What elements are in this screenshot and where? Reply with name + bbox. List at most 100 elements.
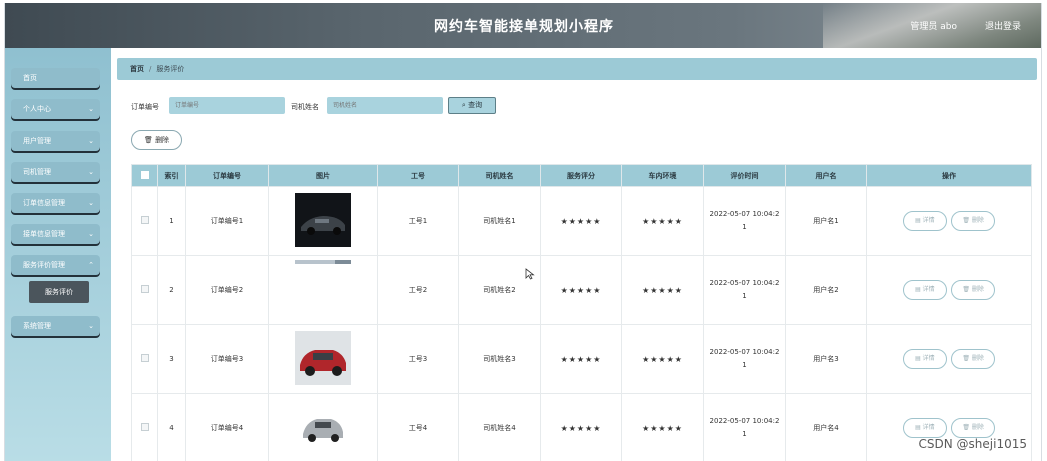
sidebar-subitem-reviews[interactable]: 服务评价: [29, 281, 89, 303]
cell-index: 4: [157, 393, 186, 461]
detail-icon: ▤: [915, 355, 923, 362]
cell-driver-name: 司机姓名1: [458, 186, 541, 256]
sidebar-item-label: 订单信息管理: [23, 199, 65, 207]
car-image-black-sedan: [295, 193, 351, 247]
cell-service-rating: ★★★★★: [540, 393, 622, 461]
row-delete-label: 删除: [971, 355, 984, 362]
detail-button-label: 详情: [922, 424, 935, 431]
cell-job-number: 工号2: [377, 255, 459, 325]
detail-button-label: 详情: [922, 286, 935, 293]
sidebar-item-label: 系统管理: [23, 322, 51, 330]
table-row: 2 订单编号2 工号2 司机姓名2 ★★★★★ ★★★★★ 2022-05-07…: [131, 255, 1032, 325]
sidebar-item-home[interactable]: 首页: [11, 68, 100, 88]
detail-icon: ▤: [915, 217, 923, 224]
column-header: 评价时间: [703, 164, 786, 187]
driver-name-input[interactable]: [327, 97, 443, 114]
sidebar-item-orders[interactable]: 订单信息管理 ⌄: [11, 193, 100, 213]
row-checkbox[interactable]: [131, 255, 158, 325]
cell-review-time: 2022-05-07 10:04:2 1: [703, 393, 786, 461]
app-title: 网约车智能接单规划小程序: [434, 19, 614, 35]
detail-icon: ▤: [915, 424, 923, 431]
cell-username: 用户名3: [785, 324, 867, 394]
sidebar-item-profile[interactable]: 个人中心 ⌄: [11, 99, 100, 119]
main-content: 首页 / 服务评价 订单编号 司机姓名 ⌕ 查询 🗑 删除 索引 订单编号 图片 工…: [111, 48, 1041, 461]
cell-index: 2: [157, 255, 186, 325]
sidebar-item-label: 司机管理: [23, 168, 51, 176]
sidebar-item-label: 首页: [23, 74, 37, 82]
detail-icon: ▤: [915, 286, 923, 293]
column-header: 索引: [157, 164, 186, 187]
row-delete-button[interactable]: 🗑 删除: [951, 418, 996, 438]
detail-button[interactable]: ▤ 详情: [902, 211, 947, 231]
reviews-table: 索引 订单编号 图片 工号 司机姓名 服务评分 车内环境 评价时间 用户名 操作…: [131, 164, 1032, 461]
row-checkbox[interactable]: [131, 393, 158, 461]
sidebar-item-users[interactable]: 用户管理 ⌄: [11, 131, 100, 151]
batch-delete-button[interactable]: 🗑 删除: [131, 130, 182, 150]
trash-icon: 🗑: [962, 286, 972, 293]
review-time-line: 1: [742, 292, 747, 300]
breadcrumb-separator: /: [149, 65, 152, 73]
table-row: 3 订单编号3 工号3 司机姓名3 ★★★★★ ★★★★★ 2022-05-07…: [131, 324, 1032, 394]
chevron-down-icon: ⌄: [88, 137, 94, 145]
row-checkbox[interactable]: [131, 186, 158, 256]
cell-review-time: 2022-05-07 10:04:2 1: [703, 186, 786, 256]
sidebar-item-accepted-orders[interactable]: 接单信息管理 ⌄: [11, 224, 100, 244]
sidebar: 首页 个人中心 ⌄ 用户管理 ⌄ 司机管理 ⌄ 订单信息管理 ⌄ 接单信息管理 ⌄ 服务评…: [5, 48, 111, 461]
column-header: 司机姓名: [458, 164, 541, 187]
cell-actions: ▤ 详情 🗑 删除: [866, 255, 1032, 325]
order-number-input[interactable]: [169, 97, 285, 114]
trash-icon: 🗑: [143, 136, 156, 144]
cell-username: 用户名1: [785, 186, 867, 256]
review-time-line: 1: [742, 430, 747, 438]
detail-button[interactable]: ▤ 详情: [902, 418, 947, 438]
chevron-down-icon: ⌄: [88, 105, 94, 113]
cell-service-rating: ★★★★★: [540, 324, 622, 394]
row-delete-button[interactable]: 🗑 删除: [951, 211, 996, 231]
column-header: 操作: [866, 164, 1032, 187]
review-time-line: 2022-05-07 10:04:2: [709, 348, 780, 356]
chevron-down-icon: ⌄: [88, 322, 94, 330]
chevron-down-icon: ⌄: [88, 168, 94, 176]
query-button-label: 查询: [468, 101, 483, 109]
logout-link[interactable]: 退出登录: [985, 19, 1021, 32]
cell-actions: ▤ 详情 🗑 删除: [866, 186, 1032, 256]
cell-image: [268, 324, 378, 394]
row-delete-button[interactable]: 🗑 删除: [951, 280, 996, 300]
query-button[interactable]: ⌕ 查询: [448, 97, 496, 114]
cell-review-time: 2022-05-07 10:04:2 1: [703, 324, 786, 394]
trash-icon: 🗑: [962, 424, 972, 431]
review-time-line: 1: [742, 361, 747, 369]
cell-index: 1: [157, 186, 186, 256]
detail-button-label: 详情: [922, 217, 935, 224]
cell-service-rating: ★★★★★: [540, 255, 622, 325]
row-delete-label: 删除: [971, 286, 984, 293]
cell-image: [268, 186, 378, 256]
review-time-line: 2022-05-07 10:04:2: [709, 417, 780, 425]
row-delete-button[interactable]: 🗑 删除: [951, 349, 996, 369]
cell-driver-name: 司机姓名4: [458, 393, 541, 461]
sidebar-item-reviews[interactable]: 服务评价管理 ⌃: [11, 255, 100, 275]
cell-car-environment: ★★★★★: [621, 393, 704, 461]
sidebar-item-system[interactable]: 系统管理 ⌄: [11, 316, 100, 336]
cell-username: 用户名2: [785, 255, 867, 325]
cell-order-number: 订单编号3: [185, 324, 269, 394]
driver-name-label: 司机姓名: [291, 103, 319, 111]
cell-car-environment: ★★★★★: [621, 186, 704, 256]
cell-order-number: 订单编号1: [185, 186, 269, 256]
broken-image-icon: [295, 260, 351, 264]
order-number-label: 订单编号: [131, 103, 159, 111]
cell-service-rating: ★★★★★: [540, 186, 622, 256]
app-window: 网约车智能接单规划小程序 管理员 abo 退出登录 首页 个人中心 ⌄ 用户管理 ⌄…: [4, 3, 1042, 461]
row-checkbox[interactable]: [131, 324, 158, 394]
cell-job-number: 工号4: [377, 393, 459, 461]
breadcrumb: 首页 / 服务评价: [117, 58, 1037, 80]
sidebar-item-drivers[interactable]: 司机管理 ⌄: [11, 162, 100, 182]
cell-image: [268, 255, 378, 325]
breadcrumb-home[interactable]: 首页: [130, 65, 144, 73]
detail-button[interactable]: ▤ 详情: [902, 349, 947, 369]
table-header-row: 索引 订单编号 图片 工号 司机姓名 服务评分 车内环境 评价时间 用户名 操作: [131, 164, 1032, 187]
select-all-checkbox[interactable]: [131, 164, 158, 187]
top-header: 网约车智能接单规划小程序 管理员 abo 退出登录: [5, 3, 1041, 48]
detail-button[interactable]: ▤ 详情: [902, 280, 947, 300]
detail-button-label: 详情: [922, 355, 935, 362]
